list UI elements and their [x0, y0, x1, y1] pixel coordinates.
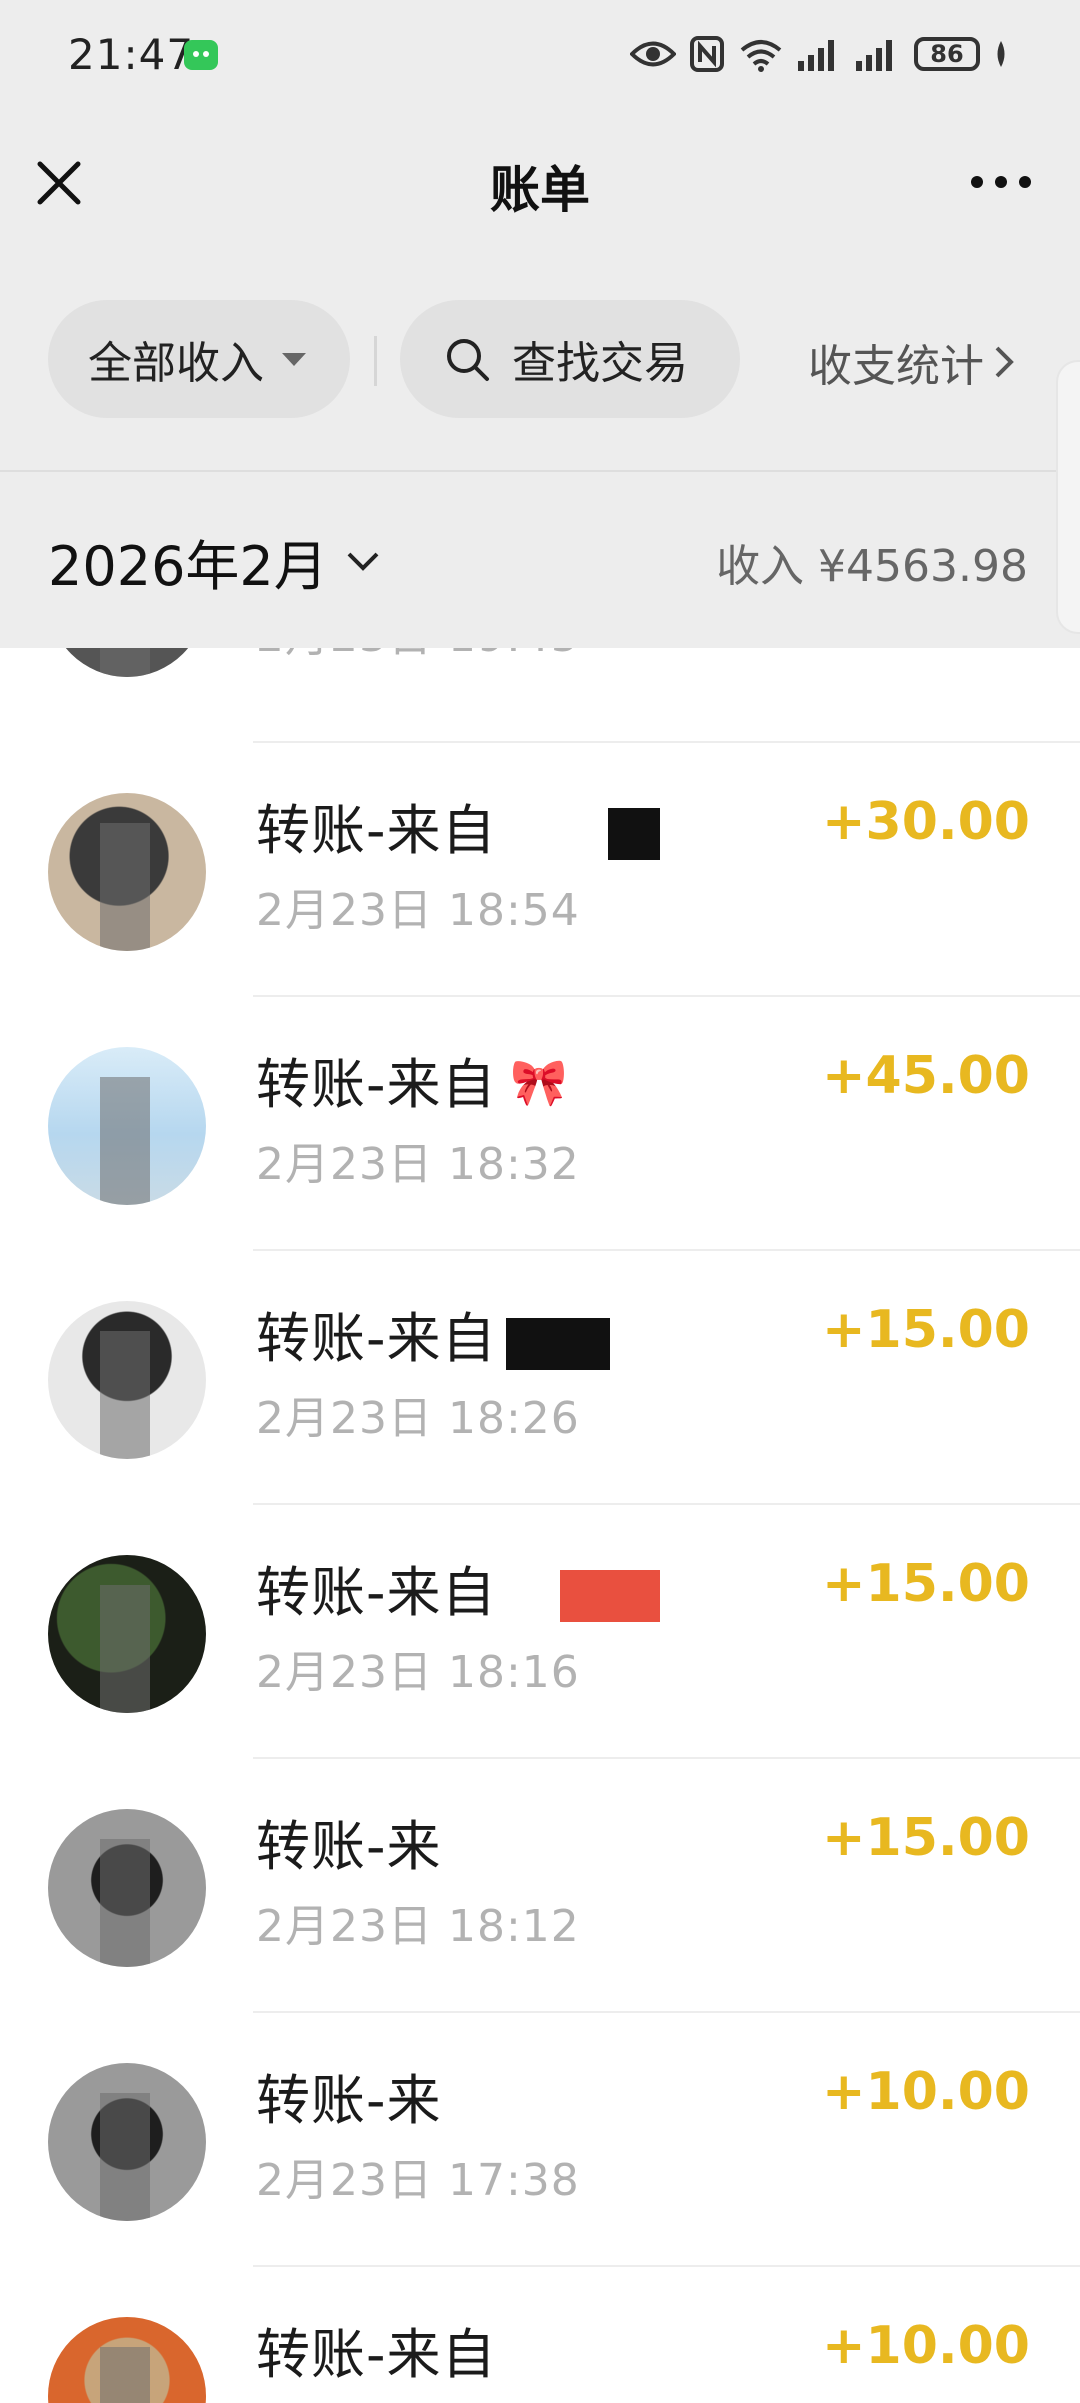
divider: [253, 2011, 1080, 2013]
avatar: [48, 793, 206, 951]
stats-link[interactable]: 收支统计: [808, 330, 1014, 394]
transaction-date: 2月23日 19:45: [256, 648, 580, 664]
side-handle[interactable]: [1056, 360, 1080, 634]
avatar: [48, 1301, 206, 1459]
charging-leaf-icon: [997, 41, 1005, 67]
avatar: [48, 1047, 206, 1205]
month-picker[interactable]: 2026年2月: [48, 522, 380, 601]
filter-row: 全部收入 查找交易 收支统计: [0, 300, 1080, 420]
transaction-date: 2月23日 18:12: [256, 1901, 580, 1952]
signal-icon-2: [856, 40, 892, 71]
transaction-row[interactable]: 转账-来自 2月23日 18:54 +30.00: [0, 741, 1080, 996]
header-area: 21:47 86 账单 全部收入 查找交易 收支统计 2026年2月 收入 ¥4…: [0, 0, 1080, 648]
transaction-row[interactable]: 转账-来 2月23日 18:12 +15.00: [0, 1757, 1080, 2012]
transaction-row[interactable]: 转账-来 2月23日 17:38 +10.00: [0, 2011, 1080, 2266]
transaction-amount: +15.00: [821, 1300, 1030, 1360]
stats-label: 收支统计: [808, 341, 984, 392]
divider: [253, 741, 1080, 743]
transaction-title: 转账-来自: [256, 799, 497, 862]
transaction-title: 转账-来自: [256, 1307, 497, 1370]
income-summary: 收入 ¥4563.98: [716, 541, 1028, 592]
transaction-row[interactable]: 2月23日 19:45: [0, 648, 1080, 722]
transaction-amount: +10.00: [821, 2316, 1030, 2376]
month-label: 2026年2月: [48, 535, 328, 598]
caret-down-icon: [282, 352, 306, 366]
transaction-date: 2月23日 18:16: [256, 1647, 580, 1698]
avatar: [48, 2063, 206, 2221]
chevron-right-icon: [995, 346, 1014, 378]
all-income-dropdown[interactable]: 全部收入: [48, 300, 350, 418]
transaction-title: 转账-来: [256, 2069, 442, 2132]
transaction-amount: +30.00: [821, 792, 1030, 852]
divider: [253, 1503, 1080, 1505]
divider: [253, 995, 1080, 997]
transaction-list: 2月23日 19:45 转账-来自 2月23日 18:54 +30.00 转账-…: [0, 648, 1080, 2403]
nfc-icon: [690, 36, 724, 72]
avatar: [48, 1555, 206, 1713]
page-title: 账单: [490, 161, 590, 219]
ribbon-emoji-icon: 🎀: [510, 1055, 568, 1109]
avatar: [48, 1809, 206, 1967]
transaction-row[interactable]: 转账-来自 +10.00: [0, 2265, 1080, 2403]
transaction-amount: +45.00: [821, 1046, 1030, 1106]
avatar: [48, 648, 206, 677]
more-icon[interactable]: [970, 175, 1032, 189]
eye-icon: [630, 41, 676, 67]
transaction-date: 2月23日 18:54: [256, 885, 580, 936]
transaction-amount: +15.00: [821, 1554, 1030, 1614]
transaction-date: 2月23日 17:38: [256, 2155, 580, 2206]
transaction-row[interactable]: 转账-来自 2月23日 18:26 +15.00: [0, 1249, 1080, 1504]
transaction-title: 转账-来自: [256, 2323, 497, 2386]
battery-icon: 86: [914, 37, 980, 71]
avatar: [48, 2317, 206, 2403]
transaction-amount: +10.00: [821, 2062, 1030, 2122]
transaction-title: 转账-来: [256, 1815, 442, 1878]
transaction-row[interactable]: 转账-来自 🎀 2月23日 18:32 +45.00: [0, 995, 1080, 1250]
transaction-date: 2月23日 18:26: [256, 1393, 580, 1444]
signal-icon: [798, 40, 834, 71]
chevron-down-icon: [347, 552, 379, 571]
divider: [253, 1249, 1080, 1251]
all-income-label: 全部收入: [88, 338, 264, 389]
status-bar: 21:47 86: [0, 0, 1080, 110]
search-transaction-button[interactable]: 查找交易: [400, 300, 740, 418]
divider: [253, 1757, 1080, 1759]
transaction-title: 转账-来自: [256, 1561, 497, 1624]
divider: [374, 336, 377, 386]
redaction-block: [506, 1318, 610, 1370]
status-time: 21:47: [68, 30, 195, 79]
transaction-row[interactable]: 转账-来自 2月23日 18:16 +15.00: [0, 1503, 1080, 1758]
search-label: 查找交易: [512, 338, 688, 389]
transaction-amount: +15.00: [821, 1808, 1030, 1868]
transaction-date: 2月23日 18:32: [256, 1139, 580, 1190]
redaction-block: [608, 808, 660, 860]
divider: [0, 470, 1080, 472]
status-icons: 86: [630, 30, 1008, 78]
transaction-title: 转账-来自: [256, 1053, 497, 1116]
divider: [253, 2265, 1080, 2267]
wechat-notification-icon: [184, 40, 218, 70]
wifi-icon: [740, 40, 782, 72]
search-icon: [447, 339, 489, 381]
redaction-block: [560, 1570, 660, 1622]
